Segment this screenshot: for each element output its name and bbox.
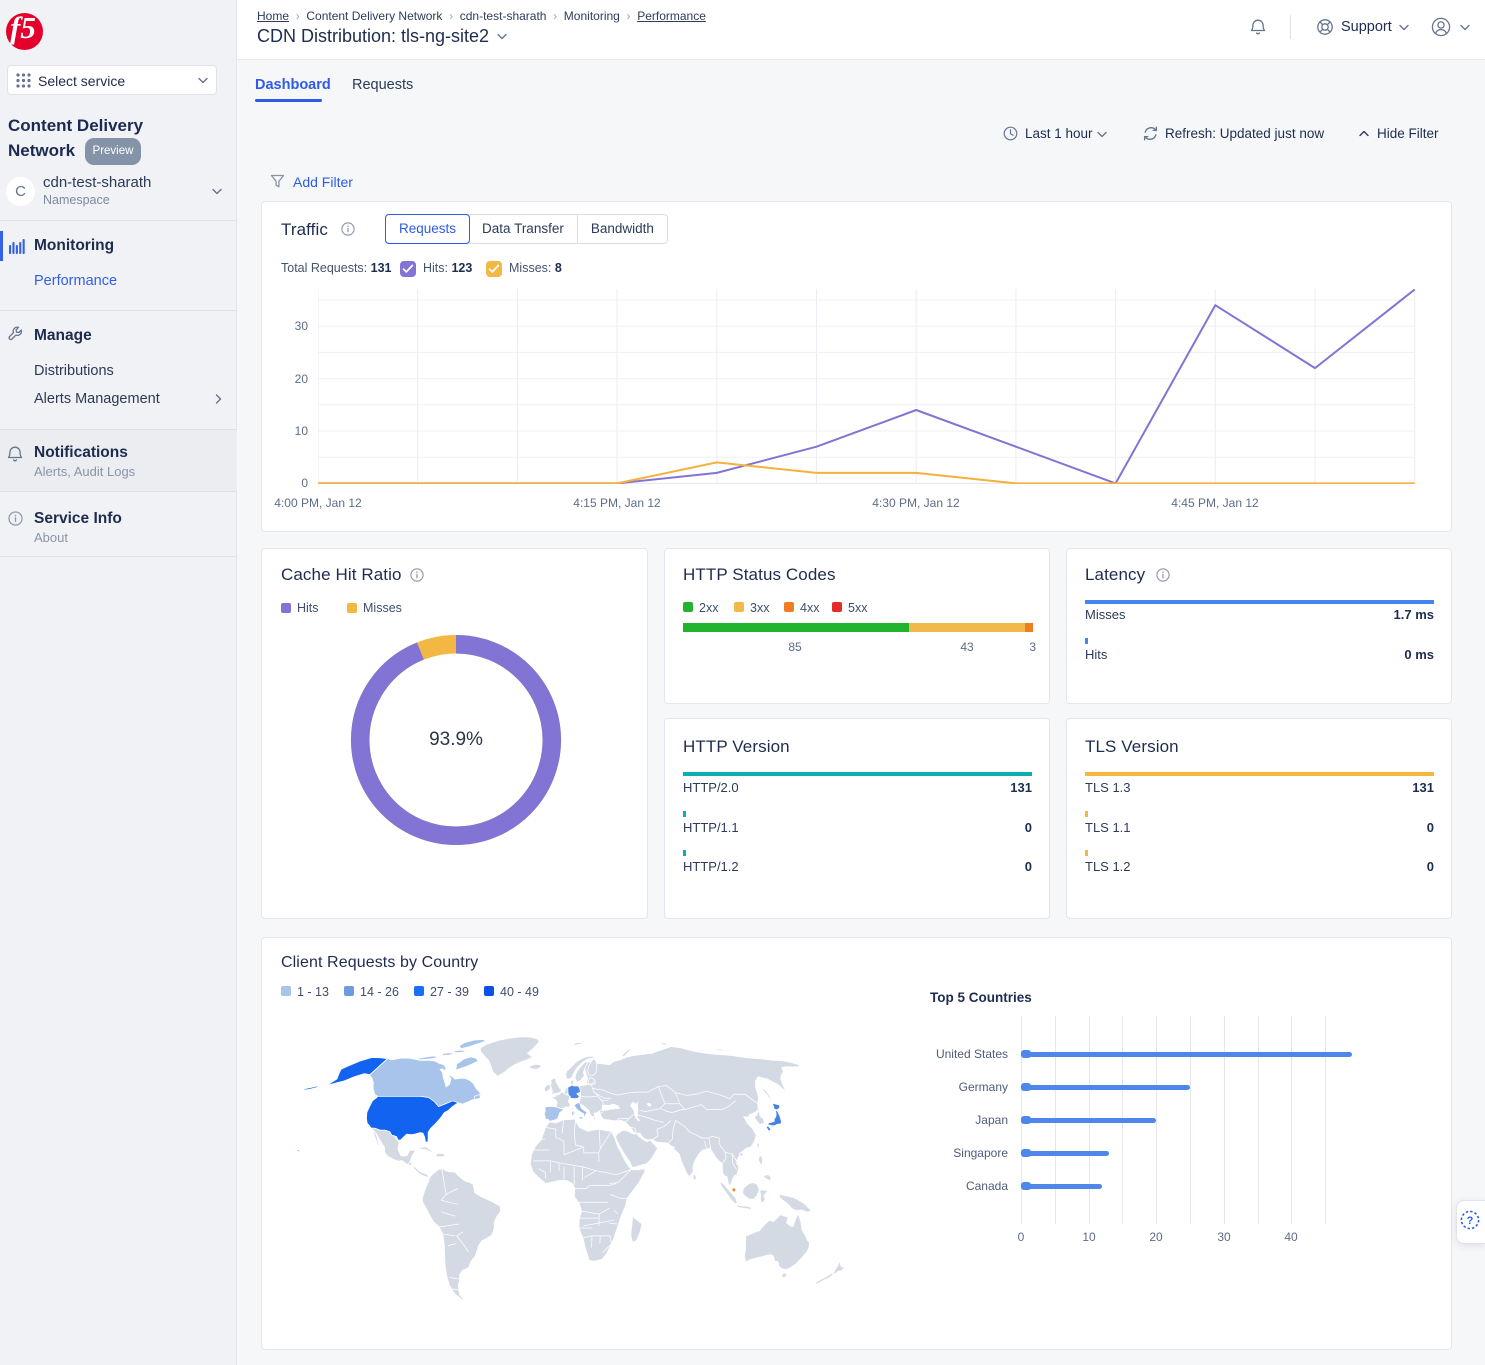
svg-text:?: ?	[1467, 1215, 1474, 1227]
